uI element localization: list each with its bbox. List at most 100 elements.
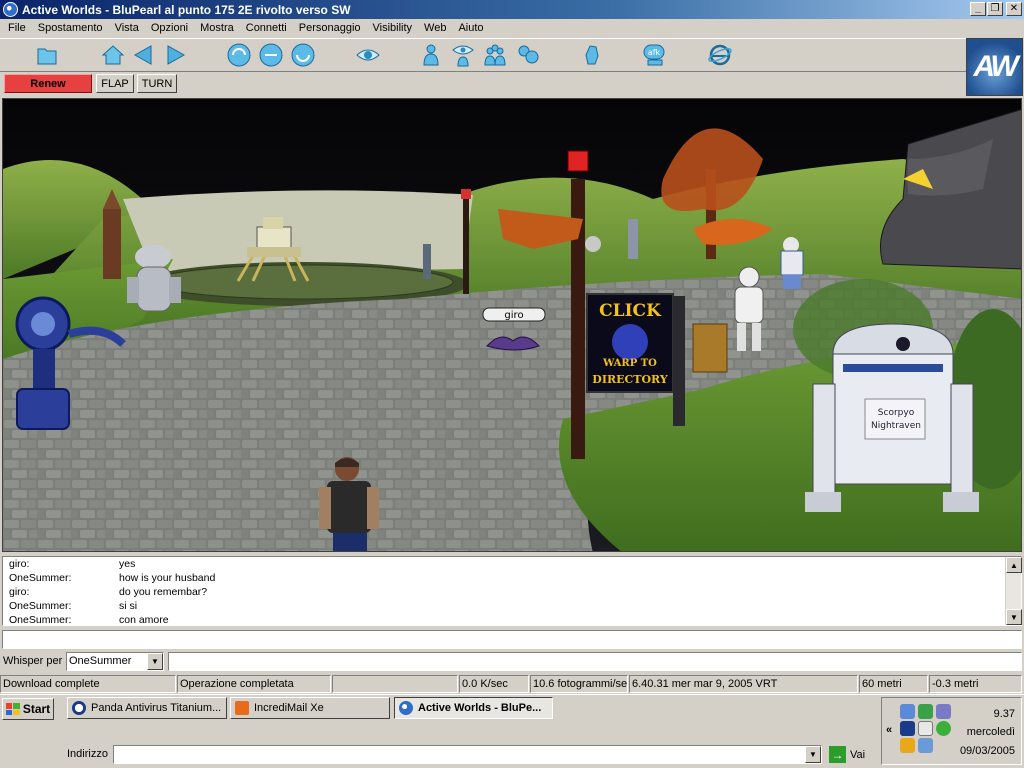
status-distance: 60 metri — [859, 675, 928, 693]
chevron-down-icon[interactable]: ▼ — [805, 746, 821, 763]
messenger-icon[interactable] — [918, 704, 933, 719]
go-button[interactable]: → Vai — [829, 745, 869, 764]
status-bar: Download complete Operazione completata … — [0, 674, 1024, 694]
app-icon[interactable] — [3, 2, 18, 17]
chevron-down-icon[interactable]: ▼ — [147, 653, 163, 670]
minimize-button[interactable]: _ — [970, 2, 986, 16]
chat-message: si si — [119, 600, 138, 612]
tray-expand-icon[interactable]: « — [886, 724, 892, 736]
chat-name: giro: — [9, 558, 30, 570]
robot-label-line2: Nightraven — [871, 421, 921, 431]
taskbar-item-active-worlds[interactable]: Active Worlds - BluPe... — [394, 697, 553, 719]
orbit-right-icon[interactable] — [290, 42, 316, 68]
chat-name: OneSummer: — [9, 614, 72, 626]
chat-log[interactable]: giro: yes OneSummer: how is your husband g… — [2, 556, 1022, 626]
users-icon[interactable] — [482, 42, 508, 68]
panda-icon — [72, 701, 86, 715]
clock-day: mercoledì — [966, 726, 1015, 738]
address-label: Indirizzo — [67, 748, 108, 760]
scroll-up-icon[interactable]: ▲ — [1006, 557, 1022, 573]
start-label: Start — [22, 702, 51, 716]
menu-connetti[interactable]: Connetti — [240, 22, 293, 34]
user-icon[interactable] — [418, 42, 444, 68]
3d-world-view[interactable]: Scorpyo Nightraven CLICK WARP TO DIRECTO… — [2, 98, 1022, 552]
start-button[interactable]: Start — [2, 698, 54, 720]
clock-date: 09/03/2005 — [959, 745, 1015, 757]
forward-icon[interactable] — [162, 42, 188, 68]
menu-aiuto[interactable]: Aiuto — [452, 22, 489, 34]
chat-line: OneSummer: how is your husband — [9, 572, 989, 586]
network-icon[interactable] — [900, 704, 915, 719]
check-icon[interactable] — [936, 721, 951, 736]
chat-name: OneSummer: — [9, 572, 72, 584]
title-bar[interactable]: Active Worlds - BluPearl al punto 175 2E… — [0, 0, 1024, 19]
status-fps: 10.6 fotogrammi/sec — [530, 675, 628, 693]
menu-vista[interactable]: Vista — [109, 22, 145, 34]
avatar-name-tag: giro — [504, 310, 523, 321]
renew-button[interactable]: Renew — [4, 74, 92, 93]
robot-label-line1: Scorpyo — [878, 408, 915, 418]
status-empty — [332, 675, 458, 693]
back-icon[interactable] — [131, 42, 157, 68]
address-input[interactable]: ▼ — [113, 745, 822, 764]
sign-line1: CLICK — [599, 301, 662, 321]
taskbar-item-label: Panda Antivirus Titanium... — [91, 702, 222, 714]
active-worlds-icon — [399, 701, 413, 715]
chat-line: OneSummer: si si — [9, 600, 989, 614]
whisper-selected: OneSummer — [69, 655, 132, 667]
orbit-icon[interactable] — [258, 42, 284, 68]
menu-opzioni[interactable]: Opzioni — [145, 22, 194, 34]
menu-web[interactable]: Web — [418, 22, 452, 34]
menu-mostra[interactable]: Mostra — [194, 22, 240, 34]
maximize-button[interactable]: ❐ — [987, 2, 1003, 16]
menu-spostamento[interactable]: Spostamento — [32, 22, 109, 34]
panda-tray-icon[interactable] — [918, 721, 933, 736]
afk-label: afk — [648, 48, 661, 57]
system-tray: « 9.37 mercoledì 09/03/2005 — [881, 697, 1022, 765]
turn-button[interactable]: TURN — [137, 74, 177, 93]
user-view-icon[interactable] — [450, 42, 476, 68]
shield-icon[interactable] — [900, 721, 915, 736]
status-download: Download complete — [0, 675, 176, 693]
menu-visibility[interactable]: Visibility — [367, 22, 419, 34]
close-button[interactable]: ✕ — [1006, 2, 1022, 16]
chat-message: how is your husband — [119, 572, 216, 584]
go-label: Vai — [850, 748, 866, 761]
chat-name: OneSummer: — [9, 600, 72, 612]
eye-icon[interactable] — [355, 42, 381, 68]
afk-icon[interactable]: afk — [642, 42, 668, 68]
display-icon[interactable] — [918, 738, 933, 753]
monitor-icon[interactable] — [936, 704, 951, 719]
gesture-icon[interactable] — [580, 42, 606, 68]
taskbar-item-panda[interactable]: Panda Antivirus Titanium... — [67, 697, 227, 719]
taskbar-item-incredimail[interactable]: IncrediMail Xe — [230, 697, 390, 719]
contacts-icon[interactable] — [515, 42, 541, 68]
chat-input[interactable] — [2, 630, 1022, 649]
scroll-down-icon[interactable]: ▼ — [1006, 609, 1022, 625]
orbit-left-icon[interactable] — [226, 42, 252, 68]
internet-icon[interactable] — [707, 42, 733, 68]
status-speed: 0.0 K/sec — [459, 675, 529, 693]
toolbar: afk — [0, 38, 966, 72]
status-operation: Operazione completata — [177, 675, 331, 693]
home-icon[interactable] — [100, 42, 126, 68]
menu-file[interactable]: File — [2, 22, 32, 34]
sign-line3: DIRECTORY — [592, 373, 668, 386]
taskbar-item-label: Active Worlds - BluPe... — [418, 702, 542, 714]
taskbar-item-label: IncrediMail Xe — [254, 702, 324, 714]
sign-line2: WARP TO — [602, 358, 657, 369]
chat-message: do you remembar? — [119, 586, 208, 598]
status-altitude: -0.3 metri — [929, 675, 1022, 693]
chat-scrollbar[interactable]: ▲ ▼ — [1005, 557, 1022, 625]
flap-button[interactable]: FLAP — [96, 74, 134, 93]
chat-message: con amore — [119, 614, 169, 626]
window-title: Active Worlds - BluPearl al punto 175 2E… — [22, 2, 351, 17]
whisper-input[interactable] — [168, 652, 1022, 671]
mail-tray-icon[interactable] — [900, 738, 915, 753]
whisper-recipient-select[interactable]: OneSummer ▼ — [66, 652, 164, 671]
windows-logo-icon — [5, 703, 20, 715]
status-datetime: 6.40.31 mer mar 9, 2005 VRT — [629, 675, 858, 693]
menu-personaggio[interactable]: Personaggio — [293, 22, 367, 34]
folder-icon[interactable] — [34, 42, 60, 68]
go-arrow-icon: → — [829, 746, 846, 763]
